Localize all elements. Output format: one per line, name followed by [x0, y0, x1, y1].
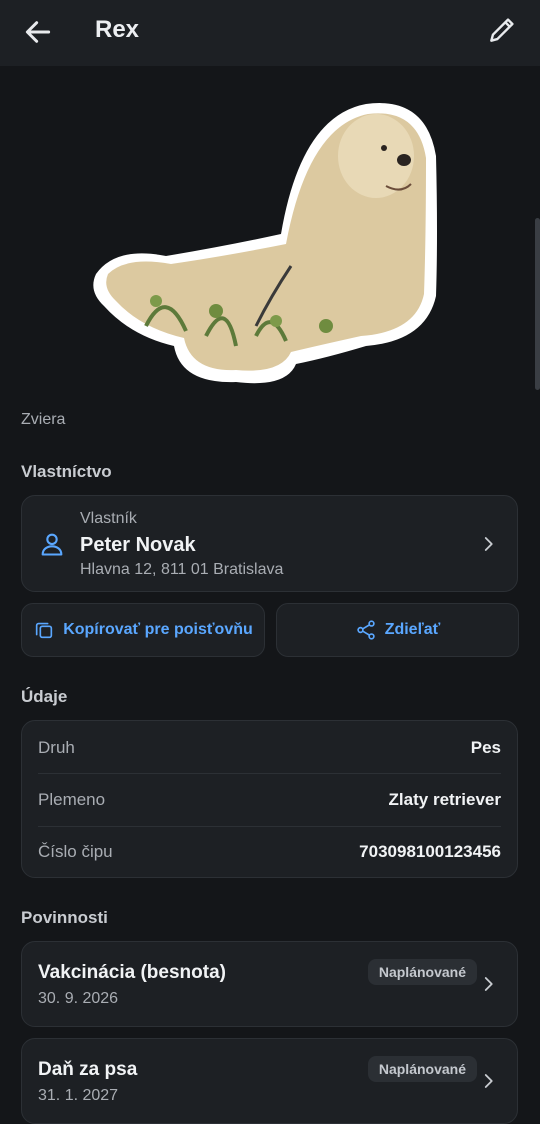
duty-title: Daň za psa — [38, 1059, 138, 1080]
detail-row-breed: Plemeno Zlaty retriever — [38, 774, 501, 826]
status-badge: Naplánované — [367, 959, 477, 985]
copy-button-label: Kopírovať pre poisťovňu — [63, 621, 253, 638]
chevron-right-icon — [484, 1074, 493, 1088]
owner-address: Hlavna 12, 811 01 Bratislava — [80, 561, 284, 578]
duty-item[interactable]: Vakcinácia (besnota) 30. 9. 2026 Napláno… — [21, 941, 518, 1027]
section-title-details: Údaje — [21, 687, 68, 706]
detail-value: Pes — [470, 738, 501, 757]
duty-item[interactable]: Daň za psa 31. 1. 2027 Naplánované — [21, 1038, 518, 1124]
detail-label: Číslo čipu — [38, 842, 113, 861]
chevron-right-icon — [484, 537, 493, 551]
owner-label: Vlastník — [80, 510, 137, 527]
section-title-ownership: Vlastníctvo — [21, 462, 112, 481]
details-card: Druh Pes Plemeno Zlaty retriever Číslo č… — [21, 720, 518, 878]
share-button-label: Zdieľať — [384, 621, 441, 638]
detail-value: Zlaty retriever — [388, 790, 501, 809]
owner-card[interactable]: Vlastník Peter Novak Hlavna 12, 811 01 B… — [21, 495, 518, 592]
chevron-right-icon — [484, 977, 493, 991]
share-icon — [356, 620, 375, 640]
detail-value: 703098100123456 — [359, 842, 501, 861]
section-title-duties: Povinnosti — [21, 908, 108, 927]
copy-for-insurance-button[interactable]: Kopírovať pre poisťovňu — [21, 603, 265, 657]
copy-icon — [36, 622, 53, 639]
back-arrow-icon[interactable] — [22, 16, 54, 48]
detail-label: Druh — [38, 738, 75, 757]
app-bar: Rex — [0, 0, 540, 66]
detail-row-species: Druh Pes — [38, 722, 501, 774]
owner-name: Peter Novak — [80, 534, 196, 556]
edit-pencil-icon[interactable] — [486, 14, 518, 46]
detail-label: Plemeno — [38, 790, 106, 809]
duty-date: 31. 1. 2027 — [38, 1087, 119, 1104]
duty-date: 30. 9. 2026 — [38, 990, 119, 1007]
status-badge: Naplánované — [367, 1056, 477, 1082]
share-button[interactable]: Zdieľať — [276, 603, 519, 657]
scrollbar[interactable] — [535, 218, 540, 390]
detail-row-chip: Číslo čipu 703098100123456 — [38, 826, 501, 878]
person-icon — [41, 533, 63, 556]
pet-type-caption: Zviera — [21, 411, 66, 428]
page-title: Rex — [95, 16, 140, 43]
pet-photo — [93, 103, 437, 384]
duty-title: Vakcinácia (besnota) — [38, 962, 226, 983]
